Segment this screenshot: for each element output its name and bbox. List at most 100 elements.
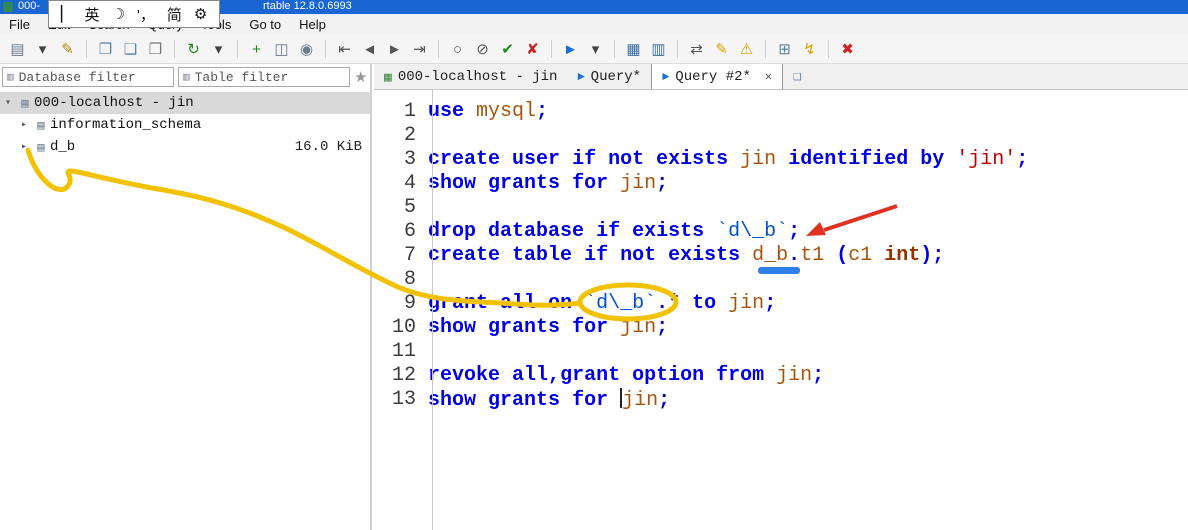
first-row-icon[interactable]: ⇤ <box>335 40 354 58</box>
code-line[interactable]: 7 create table if not exists d_b.t1 (c1 i… <box>374 244 1188 268</box>
code-line[interactable]: 5 <box>374 196 1188 220</box>
discard-x-icon[interactable]: ✘ <box>523 40 542 58</box>
expand-arrow-icon[interactable]: ▸ <box>16 119 32 131</box>
window-title: rtable 12.8.0.6993 <box>263 0 352 12</box>
code-line[interactable]: 4 show grants for jin; <box>374 172 1188 196</box>
database-tree: ▾ ▤ 000-localhost - jin ▸ ▤ information_… <box>0 92 370 158</box>
code-line[interactable]: 11 <box>374 340 1188 364</box>
save-icon[interactable]: ▦ <box>624 40 643 58</box>
ime-settings-icon[interactable]: ⚙ <box>194 5 207 23</box>
line-number: 6 <box>403 220 416 243</box>
database-icon: ▤ <box>37 118 45 133</box>
code-text: use mysql; <box>428 100 549 123</box>
expand-arrow-icon[interactable]: ▸ <box>16 141 32 153</box>
line-number: 12 <box>391 364 416 387</box>
code-line[interactable]: 6 drop database if exists `d\_b`; <box>374 220 1188 244</box>
toolbar-separator <box>765 40 766 58</box>
favorites-star-icon[interactable]: ★ <box>354 68 375 86</box>
open-file-icon[interactable]: ▥ <box>649 40 668 58</box>
tree-item-information-schema[interactable]: ▸ ▤ information_schema <box>0 114 370 136</box>
last-row-icon[interactable]: ⇥ <box>410 40 429 58</box>
tab-host[interactable]: ▦ 000-localhost - jin <box>374 65 567 89</box>
expand-arrow-icon[interactable]: ▾ <box>0 97 16 109</box>
tab-query-1[interactable]: ► Query* <box>567 65 651 89</box>
run-dropdown-icon[interactable]: ▾ <box>586 40 605 58</box>
line-number: 10 <box>391 316 416 339</box>
ime-lang-mode[interactable]: 英 <box>85 4 100 25</box>
lightning-icon[interactable]: ↯ <box>800 40 819 58</box>
session-icon[interactable]: ▤ <box>8 40 27 58</box>
query-play-icon: ► <box>662 69 670 84</box>
database-size: 16.0 KiB <box>294 139 362 155</box>
print-icon[interactable]: ❒ <box>146 40 165 58</box>
code-line[interactable]: 2 <box>374 124 1188 148</box>
line-number: 3 <box>403 148 416 171</box>
menu-item-file[interactable]: File <box>0 17 39 32</box>
prev-row-icon[interactable]: ◄ <box>360 41 379 58</box>
warning-icon[interactable]: ⚠ <box>737 40 756 58</box>
code-line[interactable]: 1 use mysql; <box>374 100 1188 124</box>
toolbar-separator <box>438 40 439 58</box>
code-line[interactable]: 9 grant all on `d\_b`.* to jin; <box>374 292 1188 316</box>
snippet-icon[interactable]: ⊞ <box>775 40 794 58</box>
server-icon: ▤ <box>21 96 29 111</box>
toolbar-separator <box>237 40 238 58</box>
database-icon: ▤ <box>37 140 45 155</box>
toolbar-separator <box>325 40 326 58</box>
database-filter-input[interactable]: ▥ Database filter <box>2 67 174 87</box>
record-icon[interactable]: ○ <box>448 41 467 58</box>
filter-row: ▥ Database filter ▥ Table filter ★ <box>0 64 370 90</box>
close-tab-icon[interactable]: ✕ <box>765 69 772 84</box>
refresh-icon[interactable]: ↻ <box>184 40 203 58</box>
table-grid-icon: ▦ <box>384 69 392 85</box>
refresh-dropdown-icon[interactable]: ▾ <box>209 40 228 58</box>
find-replace-icon[interactable]: ⇄ <box>687 40 706 58</box>
menu-item-go-to[interactable]: Go to <box>240 17 290 32</box>
code-line[interactable]: 12 revoke all,grant option from jin; <box>374 364 1188 388</box>
cancel-circle-icon[interactable]: ⊘ <box>473 40 492 58</box>
menu-item-help[interactable]: Help <box>290 17 335 32</box>
copy-icon[interactable]: ❐ <box>96 40 115 58</box>
user-manager-icon[interactable]: ◫ <box>272 40 291 58</box>
code-text: drop database if exists `d\_b`; <box>428 220 801 243</box>
toolbar-separator <box>551 40 552 58</box>
apply-check-icon[interactable]: ✔ <box>498 40 517 58</box>
new-query-tab-icon[interactable]: ❏ <box>793 68 801 85</box>
stop-icon[interactable]: ✖ <box>838 40 857 58</box>
query-play-icon: ► <box>577 70 585 84</box>
session-dropdown-icon[interactable]: ▾ <box>33 40 52 58</box>
tab-bar: ▦ 000-localhost - jin ► Query* ► Query #… <box>374 63 1188 90</box>
code-text: grant all on `d\_b`.* to jin; <box>428 292 777 315</box>
tree-item-session[interactable]: ▾ ▤ 000-localhost - jin <box>0 92 370 114</box>
line-number: 11 <box>391 340 416 363</box>
database-tree-panel: ▥ Database filter ▥ Table filter ★ ▾ ▤ 0… <box>0 64 372 530</box>
format-code-icon[interactable]: ✎ <box>712 40 731 58</box>
line-number: 4 <box>403 172 416 195</box>
code-editor[interactable]: 1 use mysql; 2 3 create user if not exists j… <box>374 90 1188 530</box>
ime-caret[interactable]: ▏ <box>61 5 73 23</box>
code-line[interactable]: 10 show grants for jin; <box>374 316 1188 340</box>
run-query-icon[interactable]: ► <box>561 41 580 58</box>
code-text: show grants for jin; <box>428 388 671 412</box>
ime-moon-icon[interactable]: ☽ <box>112 5 125 23</box>
tree-item-d-b[interactable]: ▸ ▤ d_b 16.0 KiB <box>0 136 370 158</box>
paste-icon[interactable]: ❏ <box>121 40 140 58</box>
edit-session-icon[interactable]: ✎ <box>58 40 77 58</box>
code-text: show grants for jin; <box>428 172 669 195</box>
table-filter-input[interactable]: ▥ Table filter <box>178 67 350 87</box>
toolbar-separator <box>174 40 175 58</box>
tab-query-2[interactable]: ► Query #2* ✕ <box>651 63 784 89</box>
ime-punct-mode[interactable]: '， <box>137 4 155 25</box>
ime-charset-mode[interactable]: 简 <box>167 4 182 25</box>
code-line[interactable]: 3 create user if not exists jin identifie… <box>374 148 1188 172</box>
web-search-icon[interactable]: ◉ <box>297 40 316 58</box>
line-number: 8 <box>403 268 416 291</box>
tree-item-label: 000-localhost - jin <box>34 95 194 111</box>
next-row-icon[interactable]: ► <box>385 41 404 58</box>
code-line[interactable]: 13 show grants for jin; <box>374 388 1188 412</box>
code-text: create user if not exists jin identified… <box>428 148 1029 171</box>
add-record-icon[interactable]: + <box>247 41 266 58</box>
